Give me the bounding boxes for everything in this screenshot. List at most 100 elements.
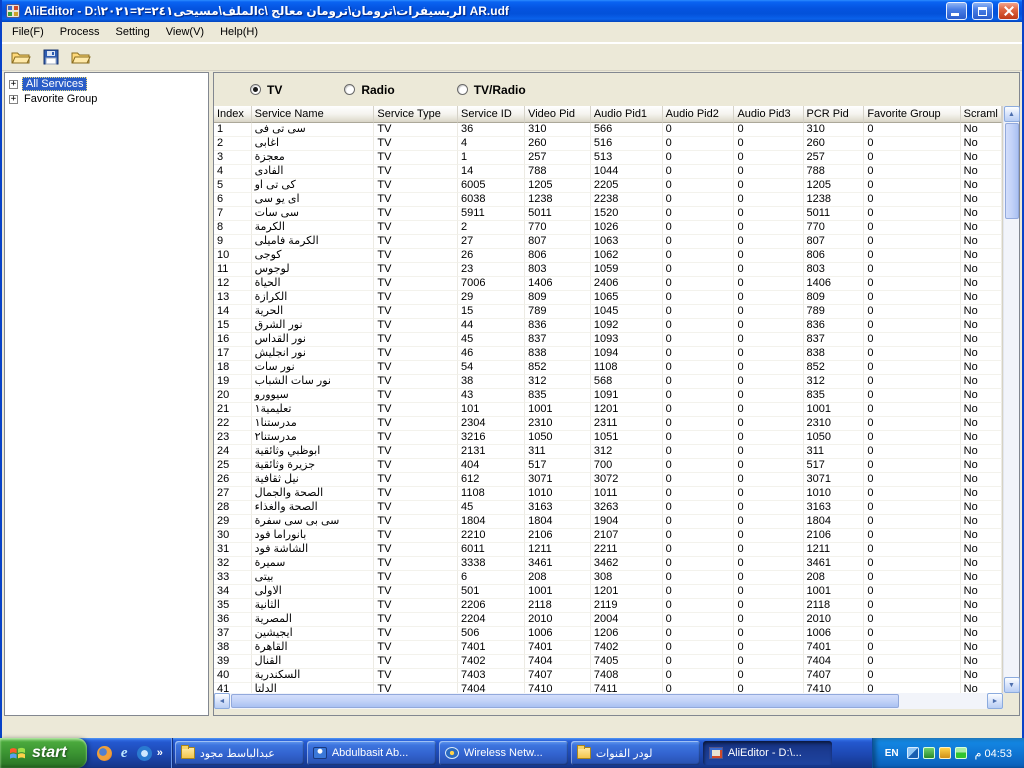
scroll-up-button[interactable]: ▲ — [1004, 106, 1020, 122]
connectivity-icon[interactable] — [939, 747, 951, 759]
column-header-audio-pid2[interactable]: Audio Pid2 — [663, 106, 735, 123]
column-header-service-name[interactable]: Service Name — [252, 106, 375, 123]
service-row[interactable]: 38القاهرةTV7401740174020074010No — [214, 641, 1002, 655]
service-row[interactable]: 5كى تى اوTV6005120522050012050No — [214, 179, 1002, 193]
signal-icon[interactable] — [955, 747, 967, 759]
service-row[interactable]: 22مدرستنا١TV2304231023110023100No — [214, 417, 1002, 431]
start-button[interactable]: start — [0, 738, 87, 768]
tree-item-label[interactable]: All Services — [22, 77, 87, 91]
titlebar[interactable]: AliEditor - D:\الملف\مسيحى٢٤١=٢=٢٠٢١c\ ا… — [2, 0, 1022, 22]
column-header-audio-pid3[interactable]: Audio Pid3 — [734, 106, 803, 123]
service-row[interactable]: 13الكرازةTV298091065008090No — [214, 291, 1002, 305]
media-player-icon[interactable] — [137, 746, 152, 761]
service-row[interactable]: 6اى يو سىTV6038123822380012380No — [214, 193, 1002, 207]
taskbar-button-abdulbasit-app[interactable]: Abdulbasit Ab... — [307, 741, 436, 765]
service-row[interactable]: 11لوجوسTV238031059008030No — [214, 263, 1002, 277]
expand-plus-icon[interactable]: + — [9, 95, 18, 104]
service-row[interactable]: 37ايجيشينTV506100612060010060No — [214, 627, 1002, 641]
expand-plus-icon[interactable]: + — [9, 80, 18, 89]
vertical-scrollbar[interactable]: ▲ ▼ — [1003, 106, 1019, 693]
service-row[interactable]: 2اغابىTV4260516002600No — [214, 137, 1002, 151]
filter-option-tv[interactable]: TV — [250, 83, 282, 97]
radio-icon[interactable] — [250, 84, 261, 95]
column-header-video-pid[interactable]: Video Pid — [525, 106, 591, 123]
network-icon[interactable] — [907, 747, 919, 759]
service-row[interactable]: 9الكرمة فاميلىTV278071063008070No — [214, 235, 1002, 249]
close-button[interactable] — [998, 2, 1019, 20]
service-row[interactable]: 1سى تى فىTV36310566003100No — [214, 123, 1002, 137]
column-header-service-id[interactable]: Service ID — [458, 106, 525, 123]
tree-item-favorite-group[interactable]: + Favorite Group — [7, 92, 206, 106]
horizontal-scroll-thumb[interactable] — [231, 694, 899, 708]
service-row[interactable]: 8الكرمةTV27701026007700No — [214, 221, 1002, 235]
scroll-down-button[interactable]: ▼ — [1004, 677, 1020, 693]
service-row[interactable]: 4الفادىTV147881044007880No — [214, 165, 1002, 179]
service-row[interactable]: 23مدرستنا٢TV3216105010510010500No — [214, 431, 1002, 445]
menu-item-view[interactable]: View(V) — [158, 23, 212, 41]
menu-item-process[interactable]: Process — [52, 23, 108, 41]
taskbar-button-folder-channel-loader[interactable]: لودر القنوات — [571, 741, 700, 765]
service-row[interactable]: 36المصريةTV2204201020040020100No — [214, 613, 1002, 627]
scroll-right-button[interactable]: ► — [987, 693, 1003, 709]
save-file-button[interactable] — [37, 45, 64, 69]
minimize-button[interactable] — [946, 2, 967, 20]
taskbar-button-wireless-network[interactable]: Wireless Netw... — [439, 741, 568, 765]
open-file-button[interactable] — [7, 45, 34, 69]
service-row[interactable]: 7سى ساتTV5911501115200050110No — [214, 207, 1002, 221]
menu-item-file[interactable]: File(F) — [4, 23, 52, 41]
service-row[interactable]: 12الحياةTV7006140624060014060No — [214, 277, 1002, 291]
service-row[interactable]: 41الدلتاTV7404741074110074100No — [214, 683, 1002, 693]
column-header-pcr-pid[interactable]: PCR Pid — [804, 106, 865, 123]
service-row[interactable]: 28الصحة والغذاءTV45316332630031630No — [214, 501, 1002, 515]
menu-item-help[interactable]: Help(H) — [212, 23, 266, 41]
filter-option-radio[interactable]: Radio — [344, 83, 394, 97]
service-row[interactable]: 24ابوظبي وثائقيةTV2131311312003110No — [214, 445, 1002, 459]
service-row[interactable]: 19نور سات الشبابTV38312568003120No — [214, 375, 1002, 389]
maximize-button[interactable] — [972, 2, 993, 20]
language-indicator[interactable]: EN — [882, 746, 902, 761]
service-row[interactable]: 16نور القداسTV458371093008370No — [214, 333, 1002, 347]
ie-icon[interactable]: e — [117, 746, 132, 761]
service-row[interactable]: 10كوجىTV268061062008060No — [214, 249, 1002, 263]
service-row[interactable]: 26نيل ثقافيةTV612307130720030710No — [214, 473, 1002, 487]
service-row[interactable]: 31الشاشة فودTV6011121122110012110No — [214, 543, 1002, 557]
column-header-scrambled[interactable]: Scraml — [961, 106, 1002, 123]
tree-item-label[interactable]: Favorite Group — [22, 93, 99, 105]
column-header-favorite-group[interactable]: Favorite Group — [864, 106, 960, 123]
clock[interactable]: 04:53 م — [975, 747, 1012, 760]
service-row[interactable]: 34الاولىTV501100112010010010No — [214, 585, 1002, 599]
service-row[interactable]: 29سى بى سى سفرةTV1804180419040018040No — [214, 515, 1002, 529]
tree-item-all-services[interactable]: + All Services — [7, 76, 206, 92]
service-row[interactable]: 25جزيرة وثائقيةTV404517700005170No — [214, 459, 1002, 473]
service-row[interactable]: 30بانوراما فودTV2210210621070021060No — [214, 529, 1002, 543]
radio-icon[interactable] — [457, 84, 468, 95]
service-row[interactable]: 21تعليمية١TV101100112010010010No — [214, 403, 1002, 417]
column-header-index[interactable]: Index — [214, 106, 252, 123]
service-row[interactable]: 14الحريةTV157891045007890No — [214, 305, 1002, 319]
overflow-chevron-icon[interactable]: » — [157, 746, 163, 761]
service-row[interactable]: 18نور ساتTV548521108008520No — [214, 361, 1002, 375]
taskbar-button-alieditor[interactable]: AliEditor - D:\... — [703, 741, 832, 765]
column-header-audio-pid1[interactable]: Audio Pid1 — [591, 106, 663, 123]
radio-icon[interactable] — [344, 84, 355, 95]
taskbar-button-folder-abdulbasit[interactable]: عبدالباسط مجود — [175, 741, 304, 765]
service-row[interactable]: 39القنالTV7402740474050074040No — [214, 655, 1002, 669]
service-row[interactable]: 35الثانيةTV2206211821190021180No — [214, 599, 1002, 613]
service-row[interactable]: 20سيووروTV438351091008350No — [214, 389, 1002, 403]
service-row[interactable]: 33بيتىTV6208308002080No — [214, 571, 1002, 585]
export-file-button[interactable] — [67, 45, 94, 69]
column-header-service-type[interactable]: Service Type — [374, 106, 458, 123]
antivirus-icon[interactable] — [923, 747, 935, 759]
scroll-left-button[interactable]: ◄ — [214, 693, 230, 709]
service-row[interactable]: 15نور الشرقTV448361092008360No — [214, 319, 1002, 333]
service-row[interactable]: 32سميرةTV3338346134620034610No — [214, 557, 1002, 571]
service-row[interactable]: 3معجزةTV1257513002570No — [214, 151, 1002, 165]
vertical-scroll-thumb[interactable] — [1005, 123, 1019, 219]
service-row[interactable]: 40السكندريةTV7403740774080074070No — [214, 669, 1002, 683]
horizontal-scrollbar[interactable]: ◄ ► — [214, 693, 1003, 709]
filter-option-tv-radio[interactable]: TV/Radio — [457, 83, 526, 97]
firefox-icon[interactable] — [97, 746, 112, 761]
service-row[interactable]: 27الصحة والجمالTV1108101010110010100No — [214, 487, 1002, 501]
service-row[interactable]: 17نور انجليشTV468381094008380No — [214, 347, 1002, 361]
menu-item-setting[interactable]: Setting — [108, 23, 158, 41]
